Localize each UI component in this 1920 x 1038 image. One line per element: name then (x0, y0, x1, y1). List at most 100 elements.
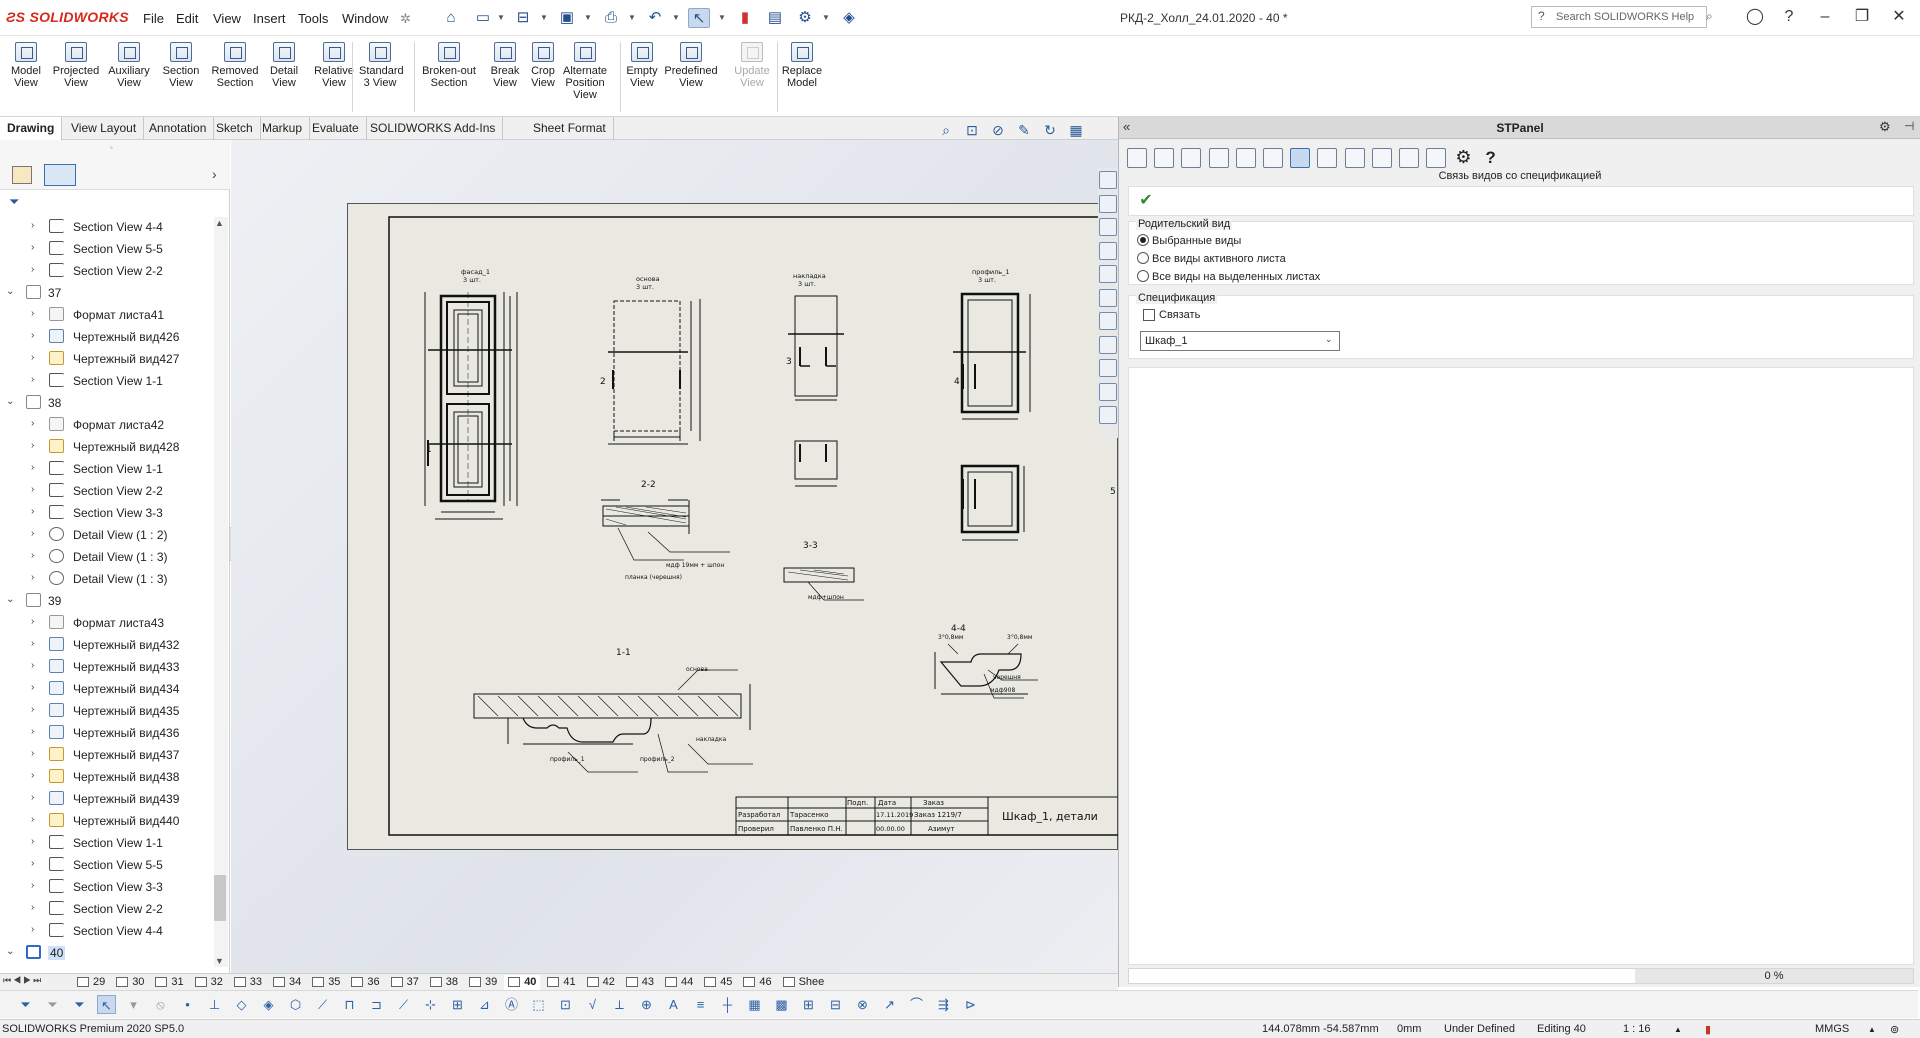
user-icon[interactable]: ◯ (1742, 6, 1768, 28)
select-cursor-icon[interactable]: ↖ (97, 995, 116, 1014)
pin-panel-icon[interactable]: ⊣ (1904, 119, 1914, 133)
copy-icon[interactable] (1371, 148, 1392, 168)
break-view-button[interactable]: Break View (489, 40, 521, 89)
standard-3-view-button[interactable]: Standard 3 View (359, 40, 404, 89)
chevron-right-icon[interactable]: › (31, 308, 34, 319)
chevron-right-icon[interactable]: › (31, 792, 34, 803)
open-icon[interactable]: ⊟ (512, 8, 534, 28)
tree-node[interactable]: › Чертежный вид439 (0, 788, 214, 810)
sheet-icon[interactable] (1317, 148, 1338, 168)
file-properties-icon[interactable]: ▤ (764, 8, 786, 28)
tree-node[interactable]: › Section View 5-5 (0, 238, 214, 260)
tree-node[interactable]: › Чертежный вид426 (0, 326, 214, 348)
chevron-right-icon[interactable]: › (31, 770, 34, 781)
surface-finish-icon[interactable]: √ (583, 995, 602, 1014)
chevron-right-icon[interactable]: › (31, 330, 34, 341)
sheet-tab[interactable]: 36 (347, 975, 383, 990)
tree-node[interactable]: › Формат листа43 (0, 612, 214, 634)
plane-icon[interactable]: ◇ (232, 995, 251, 1014)
tree-scrollbar[interactable] (214, 217, 228, 967)
minimize-icon[interactable]: – (1812, 6, 1838, 28)
tree-sheet-node[interactable]: ⌄ 37 (0, 282, 214, 304)
detail-view-button[interactable]: Detail View (268, 40, 300, 89)
tree-node[interactable]: › Section View 4-4 (0, 216, 214, 238)
columns-icon[interactable] (1263, 148, 1283, 168)
datum-icon[interactable]: ⬚ (529, 995, 548, 1014)
filter-toggle-icon[interactable]: ⏷ (43, 995, 62, 1014)
sheet-tab[interactable]: 34 (269, 975, 305, 990)
sheet-scale[interactable]: 1 : 16 (1623, 1023, 1651, 1035)
scale-up-icon[interactable]: ▲ (1674, 1025, 1682, 1034)
units-up-icon[interactable]: ▲ (1868, 1025, 1876, 1034)
tree-node[interactable]: › Чертежный вид436 (0, 722, 214, 744)
clear-filter-icon[interactable]: ⦸ (151, 995, 170, 1014)
chevron-right-icon[interactable]: › (31, 814, 34, 825)
chevron-right-icon[interactable]: › (31, 484, 34, 495)
tree-node[interactable]: › Section View 2-2 (0, 260, 214, 282)
solidworks-logo[interactable]: ƧS SOLIDWORKS (6, 9, 129, 25)
section-view-button[interactable]: Section View (161, 40, 201, 89)
tree-node[interactable]: › Detail View (1 : 2) (0, 524, 214, 546)
radio-active-sheet-views[interactable]: Все виды активного листа (1137, 252, 1286, 265)
tree-node[interactable]: › Section View 1-1 (0, 832, 214, 854)
tree-node[interactable]: › Чертежный вид432 (0, 634, 214, 656)
search-icon[interactable]: ⌕ (1706, 9, 1713, 24)
link-checkbox[interactable] (1143, 309, 1155, 321)
chevron-right-icon[interactable]: › (31, 572, 34, 583)
face-icon[interactable]: ◈ (259, 995, 278, 1014)
chevron-right-icon[interactable]: › (31, 462, 34, 473)
display-icon[interactable]: ▦ (1067, 121, 1085, 139)
body-icon[interactable]: ⬡ (286, 995, 305, 1014)
chevron-right-icon[interactable]: › (31, 880, 34, 891)
filter-icon[interactable]: ⏷ (16, 995, 35, 1014)
tree-node[interactable]: › Чертежный вид428 (0, 436, 214, 458)
sheet-tab[interactable]: 29 (73, 975, 109, 990)
unit-system[interactable]: MMGS (1815, 1023, 1849, 1035)
chevron-right-icon[interactable]: › (31, 616, 34, 627)
geometric-tolerance-icon[interactable]: ⊡ (556, 995, 575, 1014)
tree-node[interactable]: › Чертежный вид433 (0, 656, 214, 678)
chevron-right-icon[interactable]: › (31, 704, 34, 715)
tree-node[interactable]: › Чертежный вид438 (0, 766, 214, 788)
sheet-tab[interactable]: 41 (543, 975, 579, 990)
block-icon[interactable]: ▩ (772, 995, 791, 1014)
help-status-icon[interactable]: ⊚ (1890, 1023, 1899, 1036)
scroll-up-icon[interactable]: ▲ (215, 218, 224, 228)
rebuild-icon[interactable]: ▮ (734, 8, 756, 28)
spec-link-icon[interactable] (1290, 148, 1311, 168)
property-manager-tab-icon[interactable] (44, 164, 76, 186)
chevron-right-icon[interactable]: › (31, 220, 34, 231)
align-top-icon[interactable] (1208, 148, 1229, 168)
menu-view[interactable]: View (213, 11, 241, 26)
arrange-icon[interactable] (1154, 148, 1175, 168)
balloon-icon[interactable]: Ⓐ (502, 995, 521, 1014)
filter-icon[interactable]: ⏷ (9, 194, 19, 210)
chevron-right-icon[interactable]: › (31, 726, 34, 737)
removed-section-button[interactable]: Removed Section (210, 40, 260, 89)
chevron-right-icon[interactable]: › (31, 660, 34, 671)
toolbox-icon[interactable] (1099, 335, 1117, 354)
chevron-right-icon[interactable]: › (31, 682, 34, 693)
home-icon[interactable] (1099, 171, 1117, 189)
sheet-tab[interactable]: 44 (661, 975, 697, 990)
sheet-tab[interactable]: 39 (465, 975, 501, 990)
datum-target-icon[interactable]: ⊗ (853, 995, 872, 1014)
projected-view-button[interactable]: Projected View (50, 40, 102, 89)
tab-annotation[interactable]: Annotation (142, 117, 215, 140)
selection-filter-icon[interactable]: ⏷ (70, 995, 89, 1014)
sheet-tab[interactable]: 32 (191, 975, 227, 990)
chevron-right-icon[interactable]: › (31, 352, 34, 363)
bom-icon[interactable] (1344, 148, 1365, 168)
zoom-area-icon[interactable]: ⊡ (963, 121, 981, 139)
save-icon[interactable]: ▣ (556, 8, 578, 28)
tree-node[interactable]: › Section View 2-2 (0, 898, 214, 920)
multi-jog-icon[interactable]: ⇶ (934, 995, 953, 1014)
sketch-point-icon[interactable]: ⊐ (367, 995, 386, 1014)
home-icon[interactable]: ⌂ (440, 8, 462, 28)
chevron-right-icon[interactable]: › (31, 528, 34, 539)
menu-edit[interactable]: Edit (176, 11, 198, 26)
table-icon[interactable] (1235, 148, 1256, 168)
chevron-right-icon[interactable]: › (31, 836, 34, 847)
zoom-previous-icon[interactable]: ⊘ (989, 121, 1007, 139)
sheet-tab[interactable]: 35 (308, 975, 344, 990)
